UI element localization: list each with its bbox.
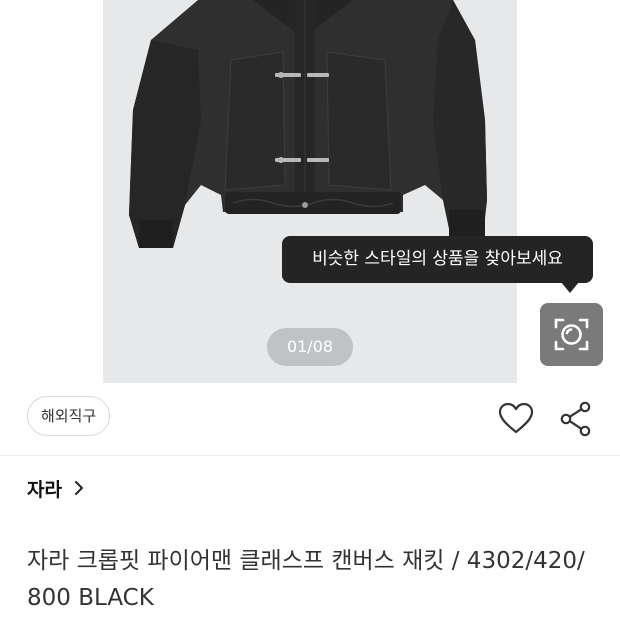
product-image-gallery[interactable]: 01/08 비슷한 스타일의 상품을 찾아보세요 xyxy=(0,0,620,383)
brand-name: 자라 xyxy=(27,478,62,501)
camera-lens-icon xyxy=(554,318,589,351)
tooltip-arrow xyxy=(561,282,579,293)
share-icon xyxy=(560,401,591,437)
product-title: 자라 크롭핏 파이어맨 클래스프 캔버스 재킷 / 4302/420/800 B… xyxy=(27,548,585,611)
visual-search-button[interactable] xyxy=(540,303,603,366)
jacket-image xyxy=(129,0,487,248)
brand-link[interactable]: 자라 xyxy=(27,471,86,505)
overseas-direct-badge: 해외직구 xyxy=(27,396,111,436)
image-counter: 01/08 xyxy=(267,328,353,366)
share-button[interactable] xyxy=(556,399,596,439)
visual-search-tooltip: 비슷한 스타일의 상품을 찾아보세요 xyxy=(282,236,593,283)
section-divider xyxy=(0,455,620,456)
chevron-right-icon xyxy=(74,481,83,495)
favorite-button[interactable] xyxy=(496,399,536,439)
product-photo[interactable] xyxy=(103,0,517,383)
heart-icon xyxy=(498,402,534,434)
